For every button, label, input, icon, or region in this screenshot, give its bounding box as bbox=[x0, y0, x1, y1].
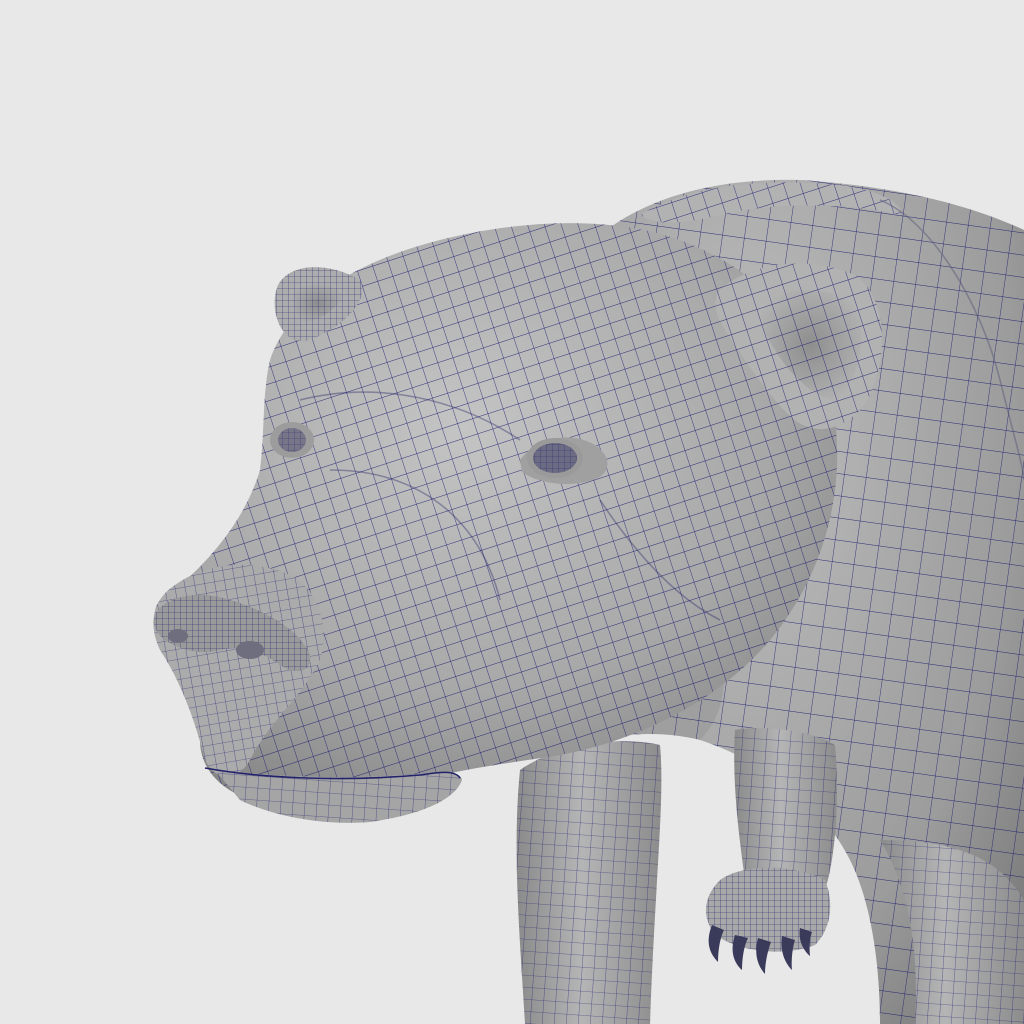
near-front-leg bbox=[516, 741, 662, 1024]
left-eye bbox=[270, 422, 314, 458]
paw bbox=[705, 867, 831, 974]
right-nostril bbox=[236, 641, 264, 659]
hind-leg bbox=[734, 728, 837, 890]
left-nostril bbox=[168, 629, 188, 643]
3d-viewport[interactable] bbox=[0, 0, 1024, 1024]
bear-wireframe-render bbox=[153, 179, 1024, 1024]
